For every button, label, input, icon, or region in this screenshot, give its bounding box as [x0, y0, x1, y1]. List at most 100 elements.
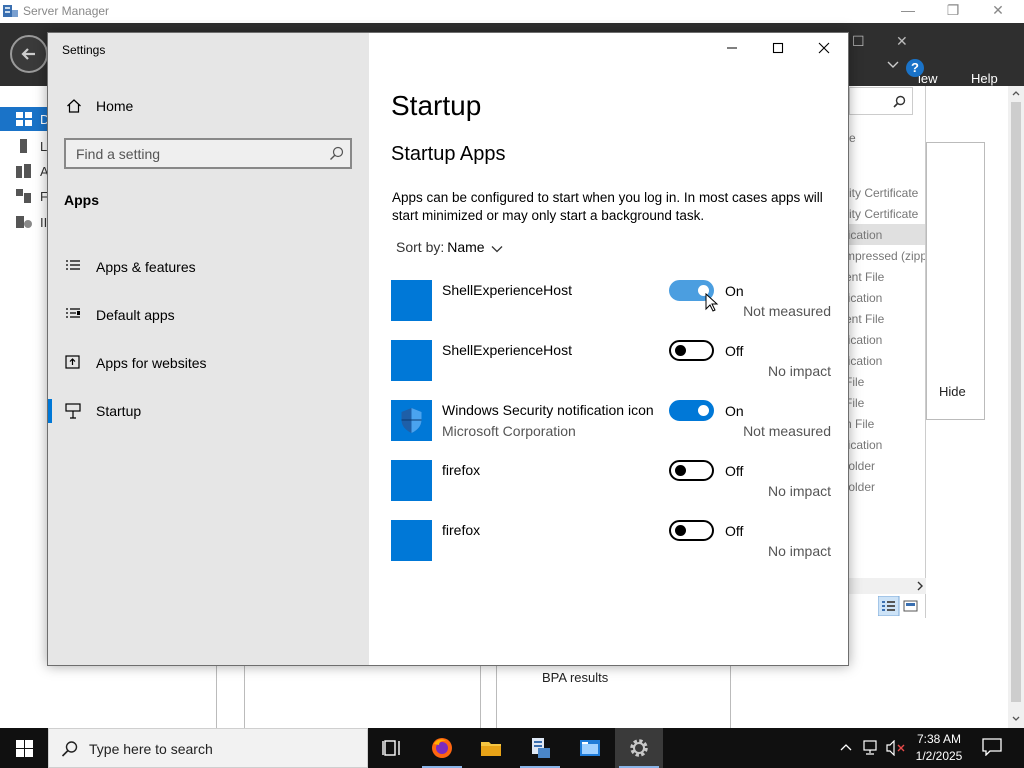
minimize-button[interactable] — [709, 41, 755, 61]
network-icon[interactable] — [863, 740, 881, 756]
task-view-icon — [382, 740, 400, 756]
nav-label: Apps & features — [96, 259, 196, 275]
section-title: Startup Apps — [391, 143, 506, 165]
app-tile-icon — [391, 340, 432, 381]
sm-list-item[interactable]: File — [849, 392, 925, 413]
sm-list-item[interactable]: lication — [849, 287, 925, 308]
sm-nav-local-server[interactable]: L — [0, 134, 48, 158]
sm-vertical-scrollbar[interactable] — [1008, 86, 1024, 728]
list-icon — [66, 260, 80, 270]
section-label-apps: Apps — [64, 192, 99, 208]
volume-muted-icon[interactable] — [886, 740, 906, 756]
sm-list-item[interactable]: rity Certificate — [849, 203, 925, 224]
task-view-button[interactable] — [368, 728, 416, 768]
app-name: ShellExperienceHost — [442, 342, 572, 358]
app-name: Windows Security notification icon — [442, 402, 654, 418]
startup-app-row: Windows Security notification icon Micro… — [391, 400, 831, 442]
sm-list-item[interactable]: File — [849, 371, 925, 392]
windows-logo-icon — [16, 740, 33, 757]
sm-list-item-label: folder — [849, 480, 876, 494]
taskbar-file-explorer[interactable] — [467, 728, 515, 768]
find-setting-search[interactable] — [64, 138, 352, 169]
sm-bpa-results-label[interactable]: BPA results — [542, 670, 608, 685]
sm-nav-file-services[interactable]: F — [0, 184, 48, 208]
sm-list-item-label: File — [849, 375, 865, 389]
find-setting-input[interactable] — [66, 140, 316, 167]
sm-list-item[interactable]: lication — [849, 329, 925, 350]
close-button[interactable] — [801, 41, 847, 61]
nav-apps-features[interactable]: Apps & features — [48, 249, 369, 285]
sm-list-item[interactable]: lication — [849, 350, 925, 371]
sm-list-item-label: lication — [849, 438, 883, 452]
startup-toggle[interactable] — [669, 460, 714, 481]
sm-list-item[interactable]: lication — [849, 434, 925, 455]
chevron-up-icon[interactable] — [840, 742, 852, 752]
sm-horizontal-scrollbar[interactable] — [849, 578, 926, 594]
startup-toggle[interactable] — [669, 400, 714, 421]
sm-hidden-window-controls: ☐ ✕ ? — [849, 33, 926, 85]
view-toggle-icons[interactable] — [877, 595, 922, 617]
sm-nav-dashboard[interactable]: D — [0, 107, 49, 131]
taskbar-firefox[interactable] — [418, 728, 466, 768]
scroll-down-icon[interactable] — [1012, 716, 1020, 722]
sm-nav-iis[interactable]: II — [0, 210, 48, 234]
startup-toggle[interactable] — [669, 520, 714, 541]
sm-list-item[interactable]: mpressed (zipp... — [849, 245, 925, 266]
clock-time: 7:38 AM — [916, 732, 962, 746]
startup-toggle[interactable] — [669, 340, 714, 361]
server-manager-icon — [532, 738, 550, 758]
taskbar-windows-explorer[interactable] — [566, 728, 614, 768]
sm-list-item[interactable]: n File — [849, 413, 925, 434]
sm-minimize-button[interactable]: — — [885, 2, 931, 18]
sm-list-item-label: folder — [849, 459, 876, 473]
toggle-state: Off — [725, 343, 744, 359]
close-icon — [818, 42, 830, 54]
sm-list-item[interactable]: lication — [849, 224, 925, 245]
hidden-restore-icon: ☐ — [852, 33, 865, 49]
home-label: Home — [96, 98, 134, 114]
sm-list-item-label: lication — [849, 333, 883, 347]
sm-right-search[interactable] — [849, 87, 913, 115]
sm-list-item[interactable]: ent File — [849, 266, 925, 287]
nav-apps-for-websites[interactable]: Apps for websites — [48, 345, 369, 381]
nav-default-apps[interactable]: Default apps — [48, 297, 369, 333]
search-icon[interactable] — [329, 146, 344, 161]
sm-close-button[interactable]: ✕ — [975, 2, 1021, 19]
windows-security-shield-icon — [391, 400, 432, 441]
scroll-up-icon[interactable] — [1012, 90, 1020, 96]
sm-hide-button[interactable]: Hide — [939, 384, 966, 399]
sm-nav-all-servers[interactable]: A — [0, 159, 49, 183]
settings-home-link[interactable]: Home — [48, 91, 369, 121]
scrollbar-thumb[interactable] — [1011, 102, 1021, 702]
taskbar-server-manager[interactable] — [516, 728, 564, 768]
taskbar-search-placeholder: Type here to search — [89, 741, 213, 757]
sm-list-item[interactable]: rity Certificate — [849, 182, 925, 203]
nav-startup[interactable]: Startup — [48, 393, 369, 429]
sm-list-item[interactable]: folder — [849, 455, 925, 476]
file-explorer-icon — [481, 742, 501, 756]
startup-app-row: ShellExperienceHost On Not measured — [391, 280, 831, 322]
sm-list-item[interactable]: folder — [849, 476, 925, 497]
notification-center-icon[interactable] — [982, 738, 1002, 756]
taskbar-settings[interactable] — [615, 728, 663, 768]
nav-label: Apps for websites — [96, 355, 207, 371]
app-tile-icon — [391, 280, 432, 321]
sm-list-item-label: rity Certificate — [849, 186, 919, 200]
help-icon[interactable]: ? — [906, 59, 924, 77]
clock-date: 1/2/2025 — [915, 749, 963, 763]
maximize-button[interactable] — [755, 41, 801, 61]
sort-by-dropdown[interactable]: Sort by: Name — [396, 239, 503, 255]
taskbar-search-box[interactable]: Type here to search — [48, 728, 368, 768]
toggle-knob — [675, 465, 686, 476]
start-button[interactable] — [0, 728, 48, 768]
sm-back-button[interactable] — [10, 35, 48, 73]
taskbar-clock[interactable]: 7:38 AM 1/2/2025 — [906, 731, 972, 765]
startup-icon — [65, 403, 81, 419]
sm-menu-help[interactable]: Help — [971, 71, 998, 86]
sm-list-item[interactable]: ent File — [849, 308, 925, 329]
minimize-icon — [727, 47, 737, 49]
windows-explorer-icon — [580, 740, 600, 756]
sm-restore-button[interactable]: ❐ — [930, 2, 976, 19]
app-tile-icon — [391, 460, 432, 501]
startup-impact: Not measured — [743, 303, 831, 319]
